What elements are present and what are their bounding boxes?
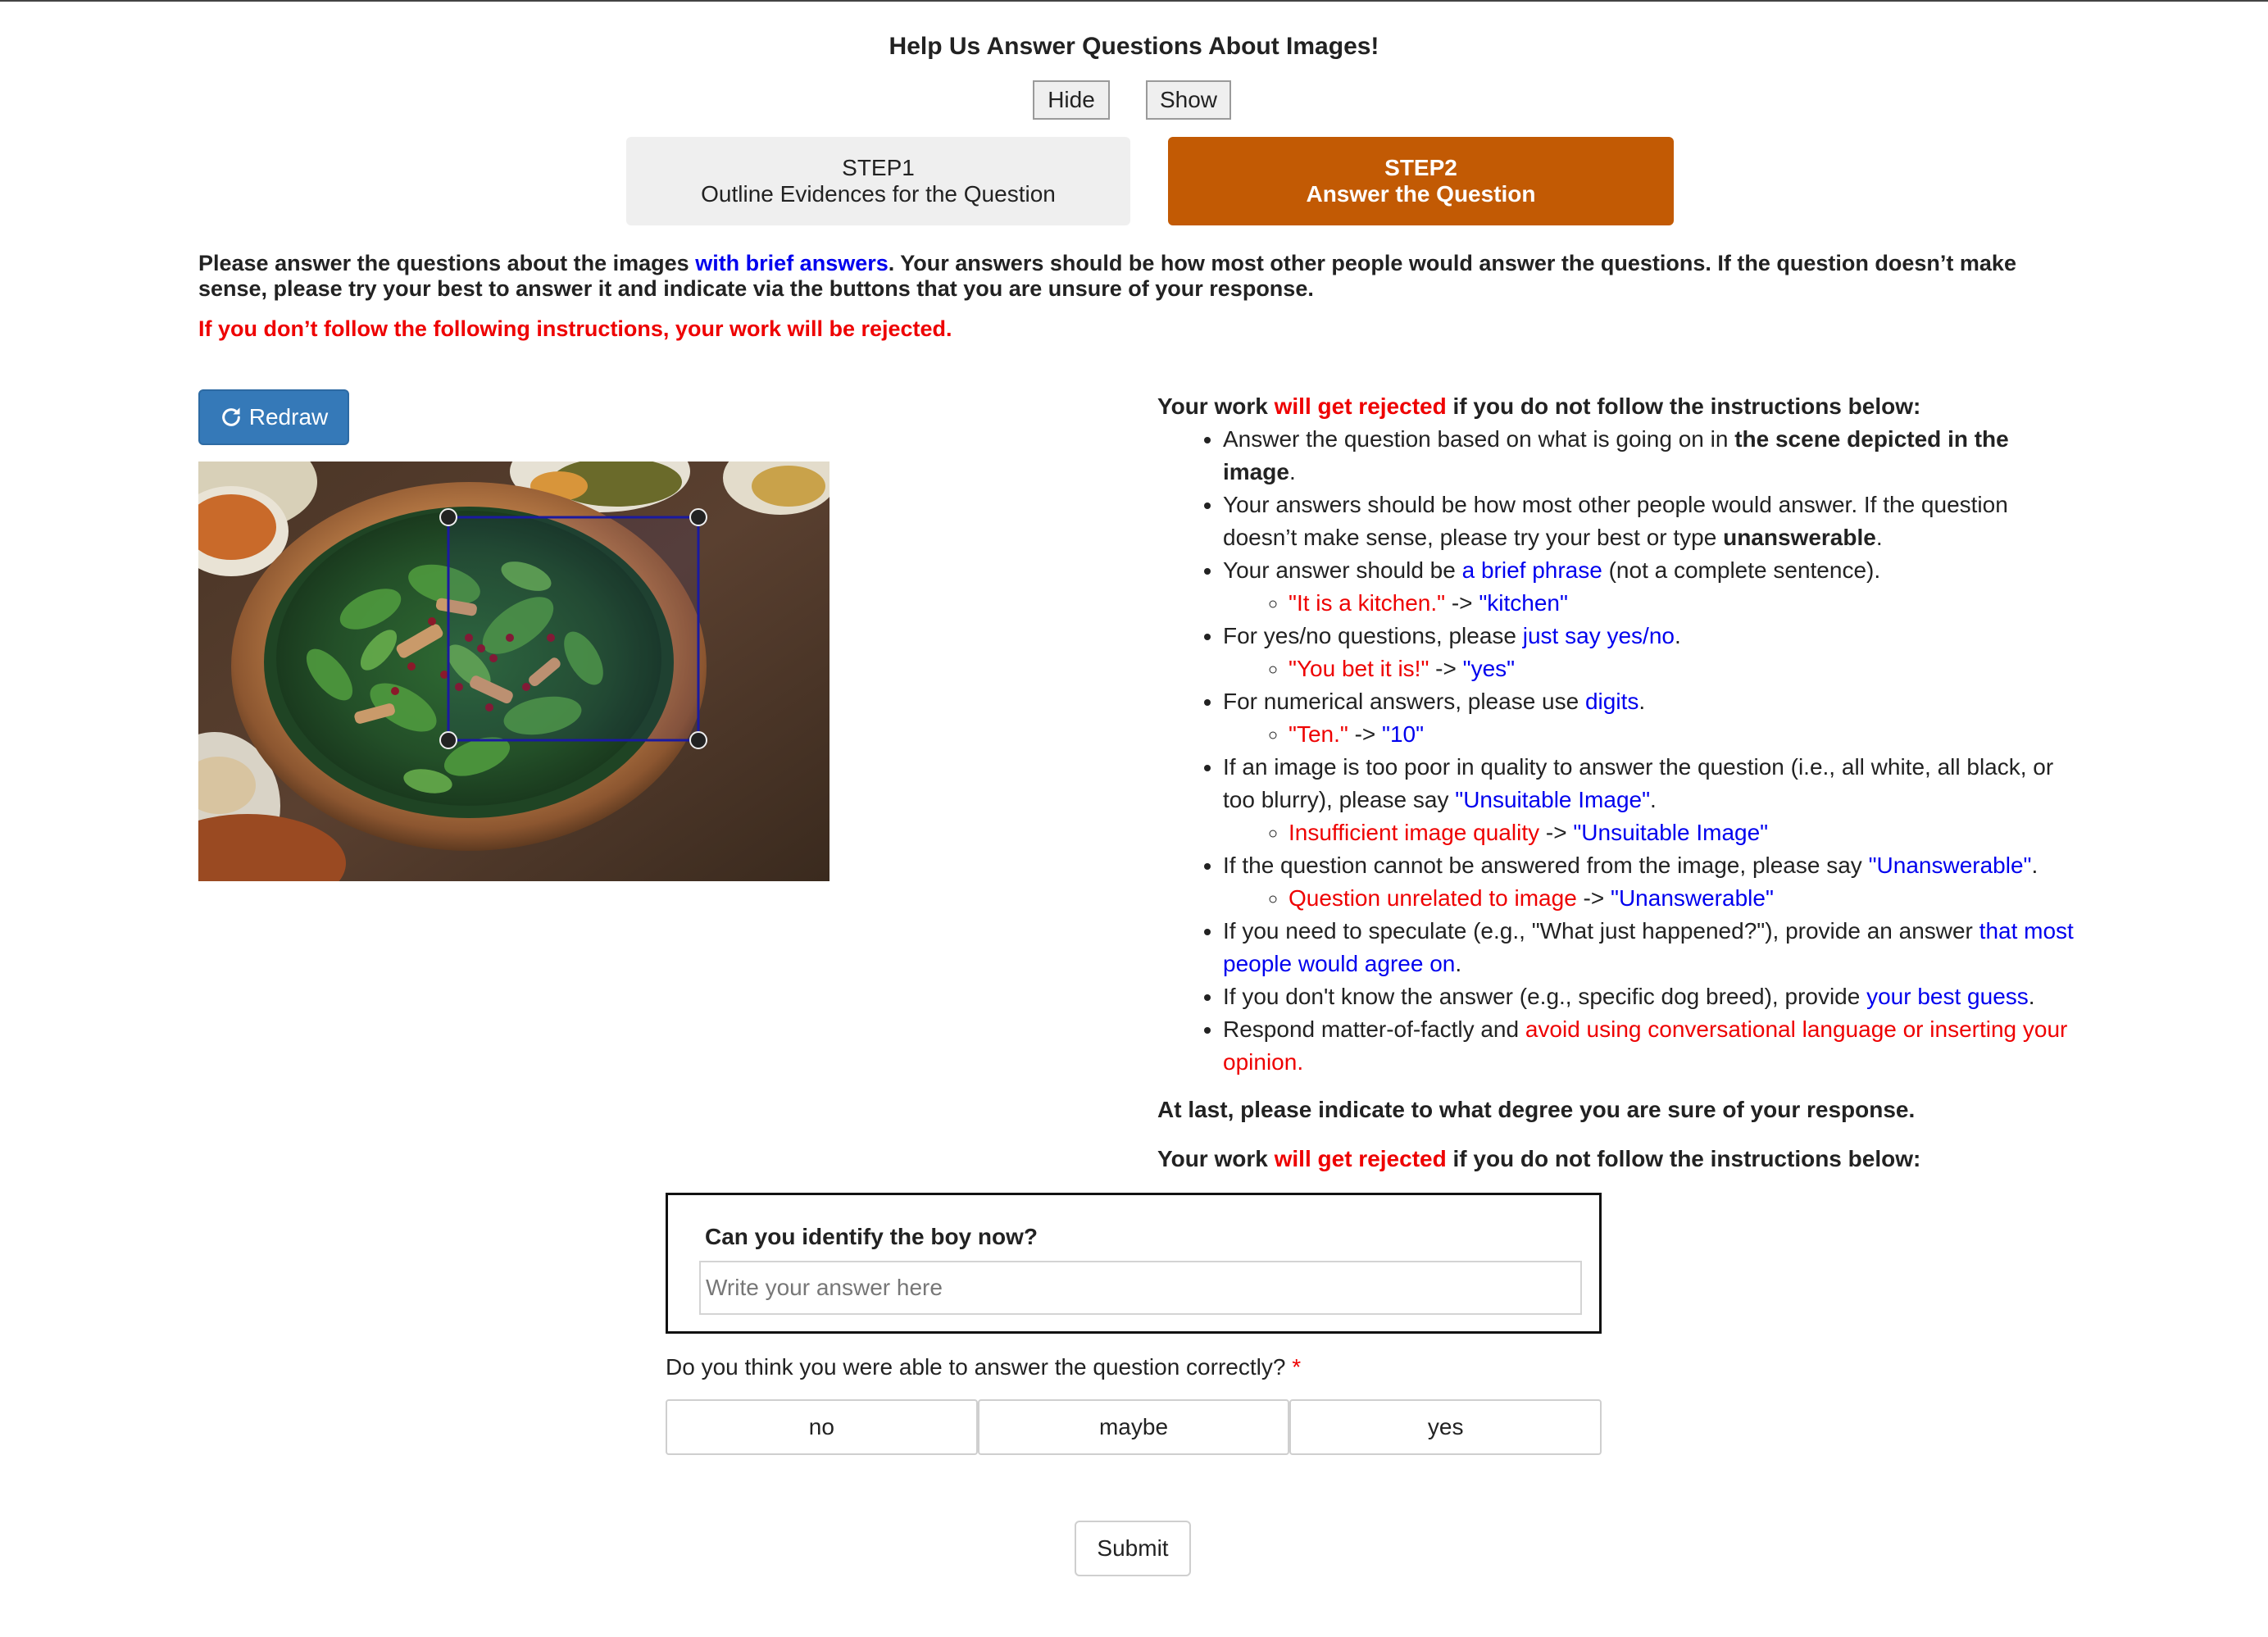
question-text: Can you identify the boy now? (705, 1224, 1038, 1249)
example-wrong: "It is a kitchen." (1289, 590, 1446, 616)
step1-number: STEP1 (842, 155, 915, 180)
heading-part2: if you do not follow the instructions be… (1446, 1146, 1921, 1171)
heading-part1: Your work (1157, 1146, 1275, 1171)
instruction-item: Answer the question based on what is goi… (1223, 423, 2075, 489)
text: For numerical answers, please use (1223, 689, 1585, 714)
text-blue: digits (1584, 689, 1639, 714)
intro-highlight: with brief answers (695, 251, 889, 275)
instructions-heading-repeat: Your work will get rejected if you do no… (1157, 1146, 1920, 1172)
top-divider (0, 0, 2268, 2)
confidence-prompt: Do you think you were able to answer the… (666, 1354, 1301, 1380)
intro-part1: Please answer the questions about the im… (198, 251, 696, 275)
example-right: "Unanswerable" (1611, 885, 1774, 911)
intro-text: Please answer the questions about the im… (198, 251, 2075, 302)
example-right: "yes" (1462, 656, 1516, 681)
arrow: -> (1445, 590, 1479, 616)
text-blue: your best guess (1866, 984, 2029, 1009)
arrow: -> (1348, 721, 1383, 747)
text: Respond matter-of-factly and (1223, 1016, 1525, 1042)
instructions-heading: Your work will get rejected if you do no… (1157, 390, 2075, 423)
instruction-item: For yes/no questions, please just say ye… (1223, 620, 2075, 685)
text: . (1297, 1049, 1304, 1075)
rejection-warning: If you don’t follow the following instru… (198, 316, 952, 341)
text-blue: a brief phrase (1461, 557, 1602, 583)
example-wrong: Insufficient image quality (1289, 820, 1540, 845)
example-item: Question unrelated to image -> "Unanswer… (1289, 882, 2075, 915)
option-no[interactable]: no (666, 1399, 978, 1455)
example-wrong: Question unrelated to image (1289, 885, 1577, 911)
text-blue: "Unsuitable Image" (1455, 787, 1651, 812)
example-item: "You bet it is!" -> "yes" (1289, 653, 2075, 685)
example-wrong: "You bet it is!" (1289, 656, 1429, 681)
step2-number: STEP2 (1384, 155, 1457, 180)
tab-step1[interactable]: STEP1 Outline Evidences for the Question (626, 137, 1130, 225)
refresh-icon (221, 407, 240, 426)
arrow: -> (1539, 820, 1574, 845)
example-right: "kitchen" (1479, 590, 1568, 616)
option-maybe[interactable]: maybe (977, 1399, 1290, 1455)
example-item: "It is a kitchen." -> "kitchen" (1289, 587, 2075, 620)
redraw-button[interactable]: Redraw (198, 389, 349, 445)
step1-label: Outline Evidences for the Question (701, 181, 1056, 207)
text: If you need to speculate (e.g., "What ju… (1223, 918, 1979, 944)
text-blue: just say yes/no (1522, 623, 1675, 648)
text: . (2031, 853, 2038, 878)
instruction-item: For numerical answers, please use digits… (1223, 685, 2075, 751)
instruction-item: Respond matter-of-factly and avoid using… (1223, 1013, 2075, 1079)
heading-part2: if you do not follow the instructions be… (1446, 393, 1921, 419)
text: Your answers should be how most other pe… (1223, 492, 2008, 550)
salad-image[interactable] (198, 462, 829, 881)
text-blue: "Unanswerable" (1868, 853, 2032, 878)
page-title: Help Us Answer Questions About Images! (889, 33, 1379, 60)
text: Answer the question based on what is goi… (1223, 426, 1735, 452)
confidence-options: no maybe yes (666, 1399, 1602, 1455)
text: . (1289, 459, 1296, 484)
instruction-item: If an image is too poor in quality to an… (1223, 751, 2075, 849)
arrow: -> (1576, 885, 1611, 911)
text: If you don't know the answer (e.g., spec… (1223, 984, 1867, 1009)
text: For yes/no questions, please (1223, 623, 1523, 648)
answer-input[interactable] (699, 1261, 1582, 1315)
redraw-label: Redraw (248, 404, 329, 430)
arrow: -> (1429, 656, 1463, 681)
heading-part1: Your work (1157, 393, 1275, 419)
heading-red: will get rejected (1274, 1146, 1447, 1171)
at-last-note: At last, please indicate to what degree … (1157, 1097, 1916, 1122)
text: . (1674, 623, 1681, 648)
tab-step2[interactable]: STEP2 Answer the Question (1168, 137, 1674, 225)
text: If the question cannot be answered from … (1223, 853, 1869, 878)
text: . (1650, 787, 1657, 812)
text: . (1875, 525, 1883, 550)
instruction-item: Your answers should be how most other pe… (1223, 489, 2075, 554)
instructions-panel: Your work will get rejected if you do no… (1157, 390, 2075, 1079)
step2-label: Answer the Question (1306, 181, 1536, 207)
text: . (1455, 951, 1462, 976)
instruction-item: Your answer should be a brief phrase (no… (1223, 554, 2075, 620)
instructions-list: Answer the question based on what is goi… (1157, 423, 2075, 1079)
text: Your answer should be (1223, 557, 1462, 583)
text-bold: unanswerable (1723, 525, 1876, 550)
instruction-item: If you don't know the answer (e.g., spec… (1223, 980, 2075, 1013)
example-right: "Unsuitable Image" (1573, 820, 1769, 845)
instruction-item: If you need to speculate (e.g., "What ju… (1223, 915, 2075, 980)
heading-red: will get rejected (1274, 393, 1447, 419)
submit-button[interactable]: Submit (1075, 1521, 1191, 1576)
show-button[interactable]: Show (1146, 80, 1231, 120)
example-item: "Ten." -> "10" (1289, 718, 2075, 751)
confidence-prompt-text: Do you think you were able to answer the… (666, 1354, 1286, 1380)
required-mark: * (1292, 1354, 1302, 1380)
instruction-item: If the question cannot be answered from … (1223, 849, 2075, 915)
option-yes[interactable]: yes (1289, 1399, 1602, 1455)
question-box: Can you identify the boy now? (666, 1193, 1602, 1334)
text: . (2028, 984, 2035, 1009)
example-right: "10" (1382, 721, 1425, 747)
example-wrong: "Ten." (1289, 721, 1348, 747)
text: . (1639, 689, 1646, 714)
text: (not a complete sentence). (1602, 557, 1881, 583)
hide-button[interactable]: Hide (1033, 80, 1110, 120)
example-item: Insufficient image quality -> "Unsuitabl… (1289, 816, 2075, 849)
